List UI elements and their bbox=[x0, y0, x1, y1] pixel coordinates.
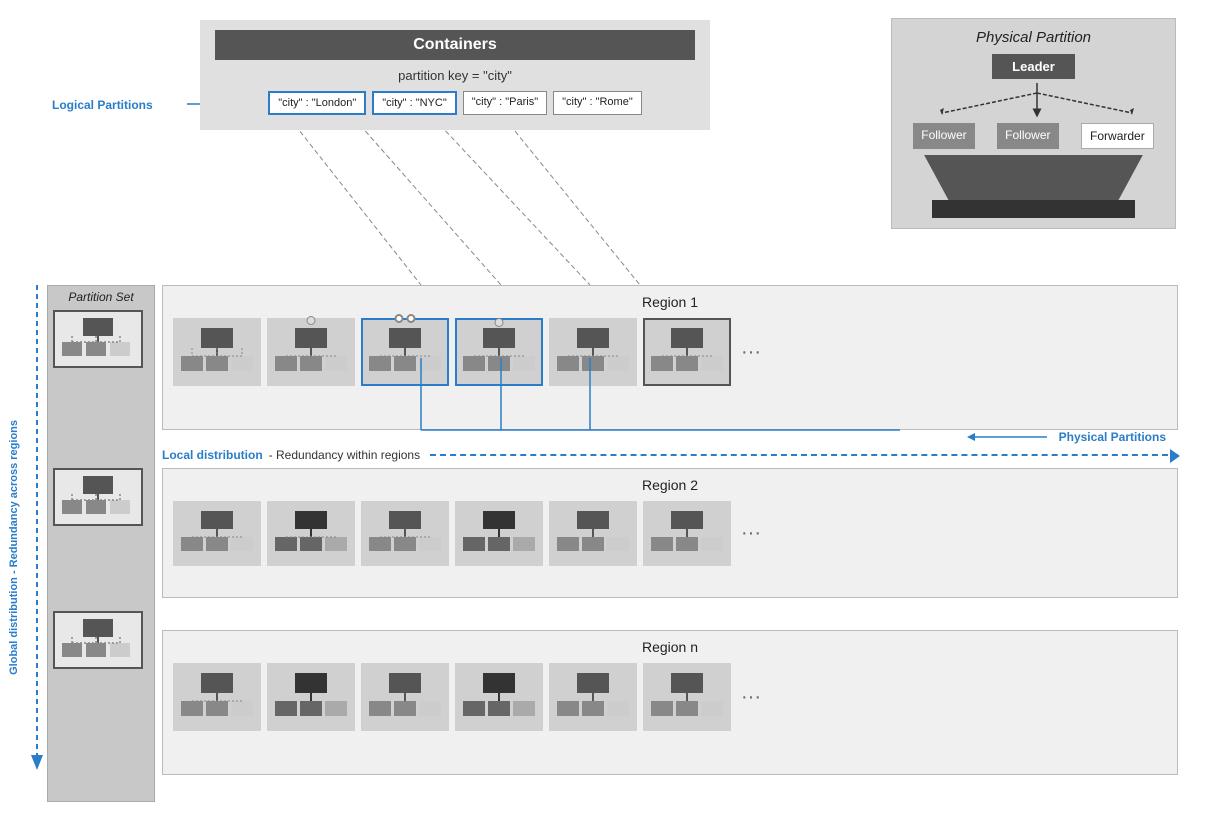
partition-set-icon-3 bbox=[53, 611, 149, 669]
region1-partition-1 bbox=[173, 318, 261, 386]
region1-partition-5 bbox=[549, 318, 637, 386]
global-distribution-label: Global distribution - Redundancy across … bbox=[8, 420, 20, 675]
forwarder-box: Forwarder bbox=[1081, 123, 1154, 149]
region-n-box: Region n ··· bbox=[162, 630, 1178, 775]
follower2-box: Follower bbox=[997, 123, 1058, 149]
region-1-box: Region 1 bbox=[162, 285, 1178, 430]
partition-set-column: Partition Set bbox=[47, 285, 155, 802]
local-distribution-row: Local distribution - Redundancy within r… bbox=[162, 448, 1178, 462]
containers-subtitle: partition key = "city" bbox=[215, 68, 695, 83]
region1-partition-6 bbox=[643, 318, 731, 386]
physical-partition-title: Physical Partition bbox=[902, 29, 1165, 46]
follower1-box: Follower bbox=[913, 123, 974, 149]
leader-box: Leader bbox=[992, 54, 1075, 79]
region1-partition-4 bbox=[455, 318, 543, 386]
local-dist-label: Local distribution bbox=[162, 448, 263, 462]
region-2-box: Region 2 ··· bbox=[162, 468, 1178, 598]
partition-key-rome: "city" : "Rome" bbox=[553, 91, 642, 115]
partition-set-icon-1 bbox=[53, 310, 149, 368]
logical-partitions-label: Logical Partitions bbox=[52, 98, 153, 112]
region1-ellipsis: ··· bbox=[737, 341, 761, 364]
region-1-title: Region 1 bbox=[173, 294, 1167, 310]
partition-set-title: Partition Set bbox=[53, 290, 149, 304]
region1-partition-3 bbox=[361, 318, 449, 386]
partition-key-london: "city" : "London" bbox=[268, 91, 366, 115]
region1-partition-2 bbox=[267, 318, 355, 386]
containers-box: Containers partition key = "city" "city"… bbox=[200, 20, 710, 130]
region-n-title: Region n bbox=[173, 639, 1167, 655]
partition-key-paris: "city" : "Paris" bbox=[463, 91, 547, 115]
physical-partition-box: Physical Partition Leader bbox=[891, 18, 1176, 229]
partition-set-icon-2 bbox=[53, 468, 149, 526]
physical-partitions-label: Physical Partitions bbox=[975, 430, 1166, 444]
partition-key-nyc: "city" : "NYC" bbox=[372, 91, 457, 115]
local-dist-sublabel: - Redundancy within regions bbox=[269, 448, 420, 462]
region-2-title: Region 2 bbox=[173, 477, 1167, 493]
containers-title: Containers bbox=[215, 30, 695, 60]
